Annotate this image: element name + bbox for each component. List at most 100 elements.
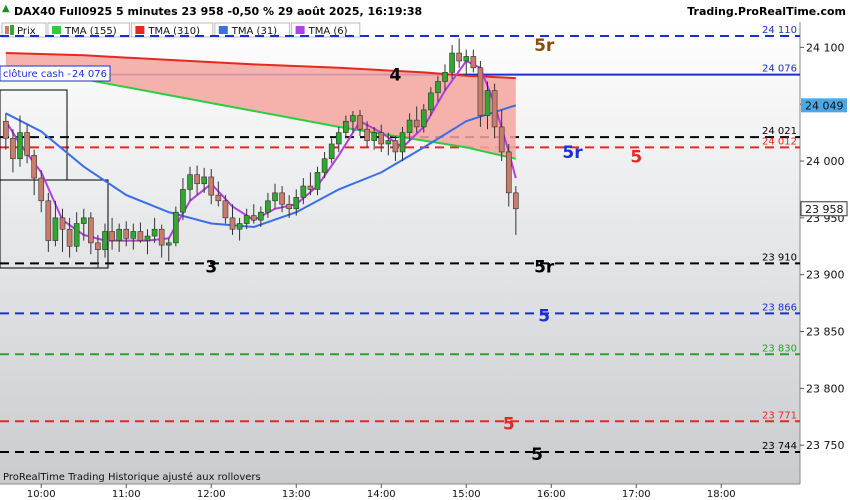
cash-close-value: 24 076 [72, 69, 107, 80]
candle-body [250, 215, 257, 221]
wave-label: 5 [630, 147, 642, 167]
level-label: 24 012 [762, 136, 797, 147]
time-tick-label: 16:00 [537, 489, 566, 500]
candle-body [123, 228, 130, 239]
candle-body [52, 217, 59, 241]
legend-swatch [295, 26, 305, 34]
candle-body [73, 223, 80, 247]
candle-body [456, 52, 462, 62]
candle-body [470, 56, 477, 69]
price-tick-label: 23 750 [806, 439, 845, 452]
candle-body [343, 120, 349, 133]
candle-body [38, 177, 45, 202]
candle-body [66, 228, 73, 247]
candle-body [328, 143, 335, 160]
candle-body [187, 174, 193, 190]
brand-label[interactable]: Trading.ProRealTime.com [687, 5, 846, 18]
footer-note: ProRealTime Trading Historique ajusté au… [3, 471, 261, 483]
candle-body [173, 211, 179, 244]
candle-body [137, 231, 144, 241]
candle-body [477, 67, 484, 116]
candle-body [484, 90, 491, 116]
candle-body [300, 185, 307, 198]
wave-label: 5 [531, 445, 543, 465]
wave-label: 3 [205, 258, 217, 278]
candle-body [201, 176, 207, 185]
candle-body [399, 132, 406, 153]
candle-body [208, 176, 215, 196]
candle-body [279, 192, 285, 205]
candle-body [130, 231, 137, 239]
level-label: 23 830 [762, 343, 797, 354]
time-tick-label: 17:00 [622, 489, 651, 500]
candle-body [413, 119, 420, 128]
candle-body [420, 109, 427, 128]
candle-body [59, 217, 66, 230]
candle-body [293, 197, 300, 210]
candle-body [442, 72, 448, 82]
candle-body [314, 172, 321, 190]
candle-icon [10, 25, 14, 35]
time-tick-label: 14:00 [367, 489, 396, 500]
candle-body [307, 185, 314, 190]
candle-body [236, 223, 243, 230]
legend: Prix TMA (155) TMA (310) TMA (31) TMA (6) [1, 22, 361, 38]
candle-body [272, 192, 278, 202]
candle-body [371, 132, 377, 141]
cash-close-label: clôture cash - [3, 68, 71, 80]
price-tick-label: 24 100 [806, 41, 845, 54]
candle-body [45, 200, 52, 241]
header: ▲ DAX40 Full0925 5 minutes 23 958 -0,50 … [2, 3, 846, 18]
candle-body [158, 228, 165, 246]
wave-label: 5 [538, 306, 550, 326]
candle-body [109, 231, 115, 241]
candle-body [80, 217, 87, 224]
candle-body [364, 128, 370, 141]
candle-body [491, 90, 498, 128]
chart-canvas: ▲ DAX40 Full0925 5 minutes 23 958 -0,50 … [0, 3, 850, 500]
price-tick-label: 23 900 [806, 269, 845, 282]
candle-body [151, 228, 158, 237]
wave-label: 5r [534, 36, 555, 56]
price-tick-label: 23 850 [806, 326, 845, 339]
wave-label: 4 [390, 66, 402, 86]
wave-label: 5r [534, 258, 555, 278]
candle-body [286, 203, 292, 210]
candle-body [335, 132, 342, 145]
candle-body [10, 137, 16, 160]
candle-body [144, 235, 151, 241]
candle-body [180, 189, 186, 213]
candle-body [498, 126, 505, 153]
candle-body [265, 200, 271, 213]
candle-body [513, 192, 519, 210]
candle-body [505, 151, 512, 194]
candle-body [378, 132, 385, 145]
candle-body [406, 119, 413, 133]
candle-body [258, 211, 264, 221]
price-axis [800, 22, 850, 484]
candle-body [385, 140, 392, 145]
candle-body [357, 115, 363, 130]
chart-title: DAX40 Full0925 5 minutes 23 958 -0,50 % … [14, 5, 422, 18]
price-tick-label: 23 800 [806, 382, 845, 395]
level-label: 24 076 [762, 64, 797, 75]
candle-body [24, 132, 30, 156]
candle-body [17, 132, 23, 160]
candle-body [463, 56, 470, 62]
current-price-label: 23 958 [805, 203, 844, 216]
candle-body [449, 52, 455, 73]
trend-up-icon: ▲ [2, 3, 10, 14]
candle-body [435, 81, 441, 94]
candle-body [428, 92, 434, 111]
tma-value-label: 24 049 [805, 99, 844, 112]
time-tick-label: 11:00 [112, 489, 141, 500]
legend-swatch [52, 26, 61, 34]
candle-body [350, 115, 356, 122]
candle-body [222, 200, 229, 219]
time-tick-label: 13:00 [282, 489, 311, 500]
level-label: 23 771 [762, 410, 797, 421]
candle-body [102, 231, 108, 250]
time-tick-label: 15:00 [452, 489, 481, 500]
legend-label: TMA (6) [308, 26, 348, 37]
time-tick-label: 10:00 [27, 489, 56, 500]
